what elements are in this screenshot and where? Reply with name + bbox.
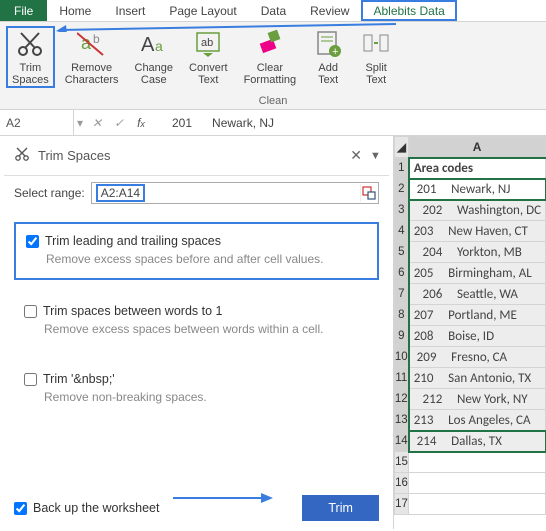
svg-text:+: + [332, 46, 338, 58]
row-header[interactable]: 10 [394, 347, 408, 368]
cell-a3[interactable]: 202 Washington, DC [409, 200, 546, 221]
cell-a15[interactable] [409, 452, 546, 473]
menu-tab-page-layout[interactable]: Page Layout [157, 0, 248, 21]
row-header[interactable]: 2 [394, 179, 408, 200]
add-text-button[interactable]: +AddText [306, 26, 350, 88]
formula-cancel-icon: ✕ [86, 116, 108, 130]
cell-a7[interactable]: 206 Seattle, WA [409, 284, 546, 305]
select-all-corner[interactable]: ◢ [394, 137, 408, 158]
svg-text:A: A [141, 34, 155, 56]
row-header[interactable]: 4 [394, 221, 408, 242]
option-desc: Remove excess spaces before and after ce… [46, 252, 367, 266]
checkbox-trim-nbsp[interactable]: Trim '&nbsp;' [24, 372, 369, 386]
option-trim-between-words: Trim spaces between words to 1 Remove ex… [14, 294, 379, 348]
menu-tab-ablebits-data[interactable]: Ablebits Data [361, 0, 456, 21]
remove-characters-button[interactable]: abRemoveCharacters [59, 26, 125, 88]
cell-a4[interactable]: 203 New Haven, CT [409, 221, 546, 242]
row-header[interactable]: 11 [394, 368, 408, 389]
cell-a10[interactable]: 209 Fresno, CA [409, 347, 546, 368]
svg-text:a: a [155, 38, 163, 54]
row-header[interactable]: 8 [394, 305, 408, 326]
panel-menu-icon[interactable]: ▼ [370, 150, 381, 162]
row-header[interactable]: 7 [394, 284, 408, 305]
row-header[interactable]: 13 [394, 410, 408, 431]
convert-text-button[interactable]: abConvertText [183, 26, 234, 88]
spreadsheet-grid[interactable]: ◢ A 1Area codes2 201 Newark, NJ3 202 Was… [394, 136, 546, 529]
cell-a2[interactable]: 201 Newark, NJ [409, 179, 546, 200]
formula-enter-icon: ✓ [108, 116, 130, 130]
menu-tab-insert[interactable]: Insert [103, 0, 157, 21]
menu-tab-data[interactable]: Data [249, 0, 298, 21]
panel-close-icon[interactable]: ✕ [350, 147, 362, 164]
svg-text:ab: ab [201, 37, 213, 49]
row-header[interactable]: 17 [394, 494, 408, 515]
cell-a17[interactable] [409, 494, 546, 515]
name-box-dropdown-icon[interactable]: ▾ [74, 116, 86, 130]
row-header[interactable]: 9 [394, 326, 408, 347]
range-input[interactable]: A2:A14 [91, 182, 379, 204]
scissors-icon [14, 28, 46, 60]
cell-a13[interactable]: 213 Los Angeles, CA [409, 410, 546, 431]
trim-button[interactable]: Trim [302, 495, 379, 521]
row-header[interactable]: 14 [394, 431, 408, 452]
clear-format-icon [254, 28, 286, 60]
select-range-label: Select range: [14, 186, 85, 200]
cell-a9[interactable]: 208 Boise, ID [409, 326, 546, 347]
row-header[interactable]: 3 [394, 200, 408, 221]
svg-text:b: b [93, 32, 100, 46]
option-trim-nbsp: Trim '&nbsp;' Remove non-breaking spaces… [14, 362, 379, 416]
annotation-arrow-bottom [173, 491, 273, 505]
cell-a12[interactable]: 212 New York, NY [409, 389, 546, 410]
change-case-icon: Aa [138, 28, 170, 60]
cell-a8[interactable]: 207 Portland, ME [409, 305, 546, 326]
cell-a14[interactable]: 214 Dallas, TX [409, 431, 546, 452]
panel-title: Trim Spaces [38, 148, 342, 163]
fx-icon[interactable]: fx [130, 116, 152, 130]
option-trim-leading-trailing: Trim leading and trailing spaces Remove … [14, 222, 379, 280]
trim-spaces-panel: Trim Spaces ✕ ▼ Select range: A2:A14 Tri… [0, 136, 394, 529]
split-text-button[interactable]: SplitText [354, 26, 398, 88]
row-header[interactable]: 12 [394, 389, 408, 410]
file-tab[interactable]: File [0, 0, 47, 21]
formula-value[interactable]: 201 Newark, NJ [152, 116, 546, 130]
remove-chars-icon: ab [76, 28, 108, 60]
formula-bar: A2 ▾ ✕ ✓ fx 201 Newark, NJ [0, 110, 546, 136]
change-case-button[interactable]: AaChangeCase [129, 26, 180, 88]
option-desc: Remove excess spaces between words withi… [44, 322, 369, 336]
checkbox-backup-worksheet[interactable]: Back up the worksheet [14, 501, 159, 515]
row-header[interactable]: 5 [394, 242, 408, 263]
row-header[interactable]: 1 [394, 158, 408, 179]
name-box[interactable]: A2 [0, 110, 74, 135]
convert-text-icon: ab [192, 28, 224, 60]
row-header[interactable]: 15 [394, 452, 408, 473]
option-desc: Remove non-breaking spaces. [44, 390, 369, 404]
row-header[interactable]: 16 [394, 473, 408, 494]
cell-a5[interactable]: 204 Yorkton, MB [409, 242, 546, 263]
row-header[interactable]: 6 [394, 263, 408, 284]
menu-tab-home[interactable]: Home [47, 0, 103, 21]
ribbon-group-label: Clean [0, 95, 546, 107]
menu-tab-review[interactable]: Review [298, 0, 361, 21]
split-text-icon [360, 28, 392, 60]
add-text-icon: + [312, 28, 344, 60]
cell-a6[interactable]: 205 Birmingham, AL [409, 263, 546, 284]
range-picker-icon[interactable] [360, 184, 378, 202]
column-header-a[interactable]: A [409, 137, 546, 158]
scissors-icon [14, 146, 30, 165]
cell-a16[interactable] [409, 473, 546, 494]
cell-a11[interactable]: 210 San Antonio, TX [409, 368, 546, 389]
cell-a1[interactable]: Area codes [409, 158, 546, 179]
checkbox-trim-between-words[interactable]: Trim spaces between words to 1 [24, 304, 369, 318]
clear-formatting-button[interactable]: ClearFormatting [238, 26, 303, 88]
trim-spaces-button[interactable]: TrimSpaces [6, 26, 55, 88]
checkbox-trim-leading-trailing[interactable]: Trim leading and trailing spaces [26, 234, 367, 248]
